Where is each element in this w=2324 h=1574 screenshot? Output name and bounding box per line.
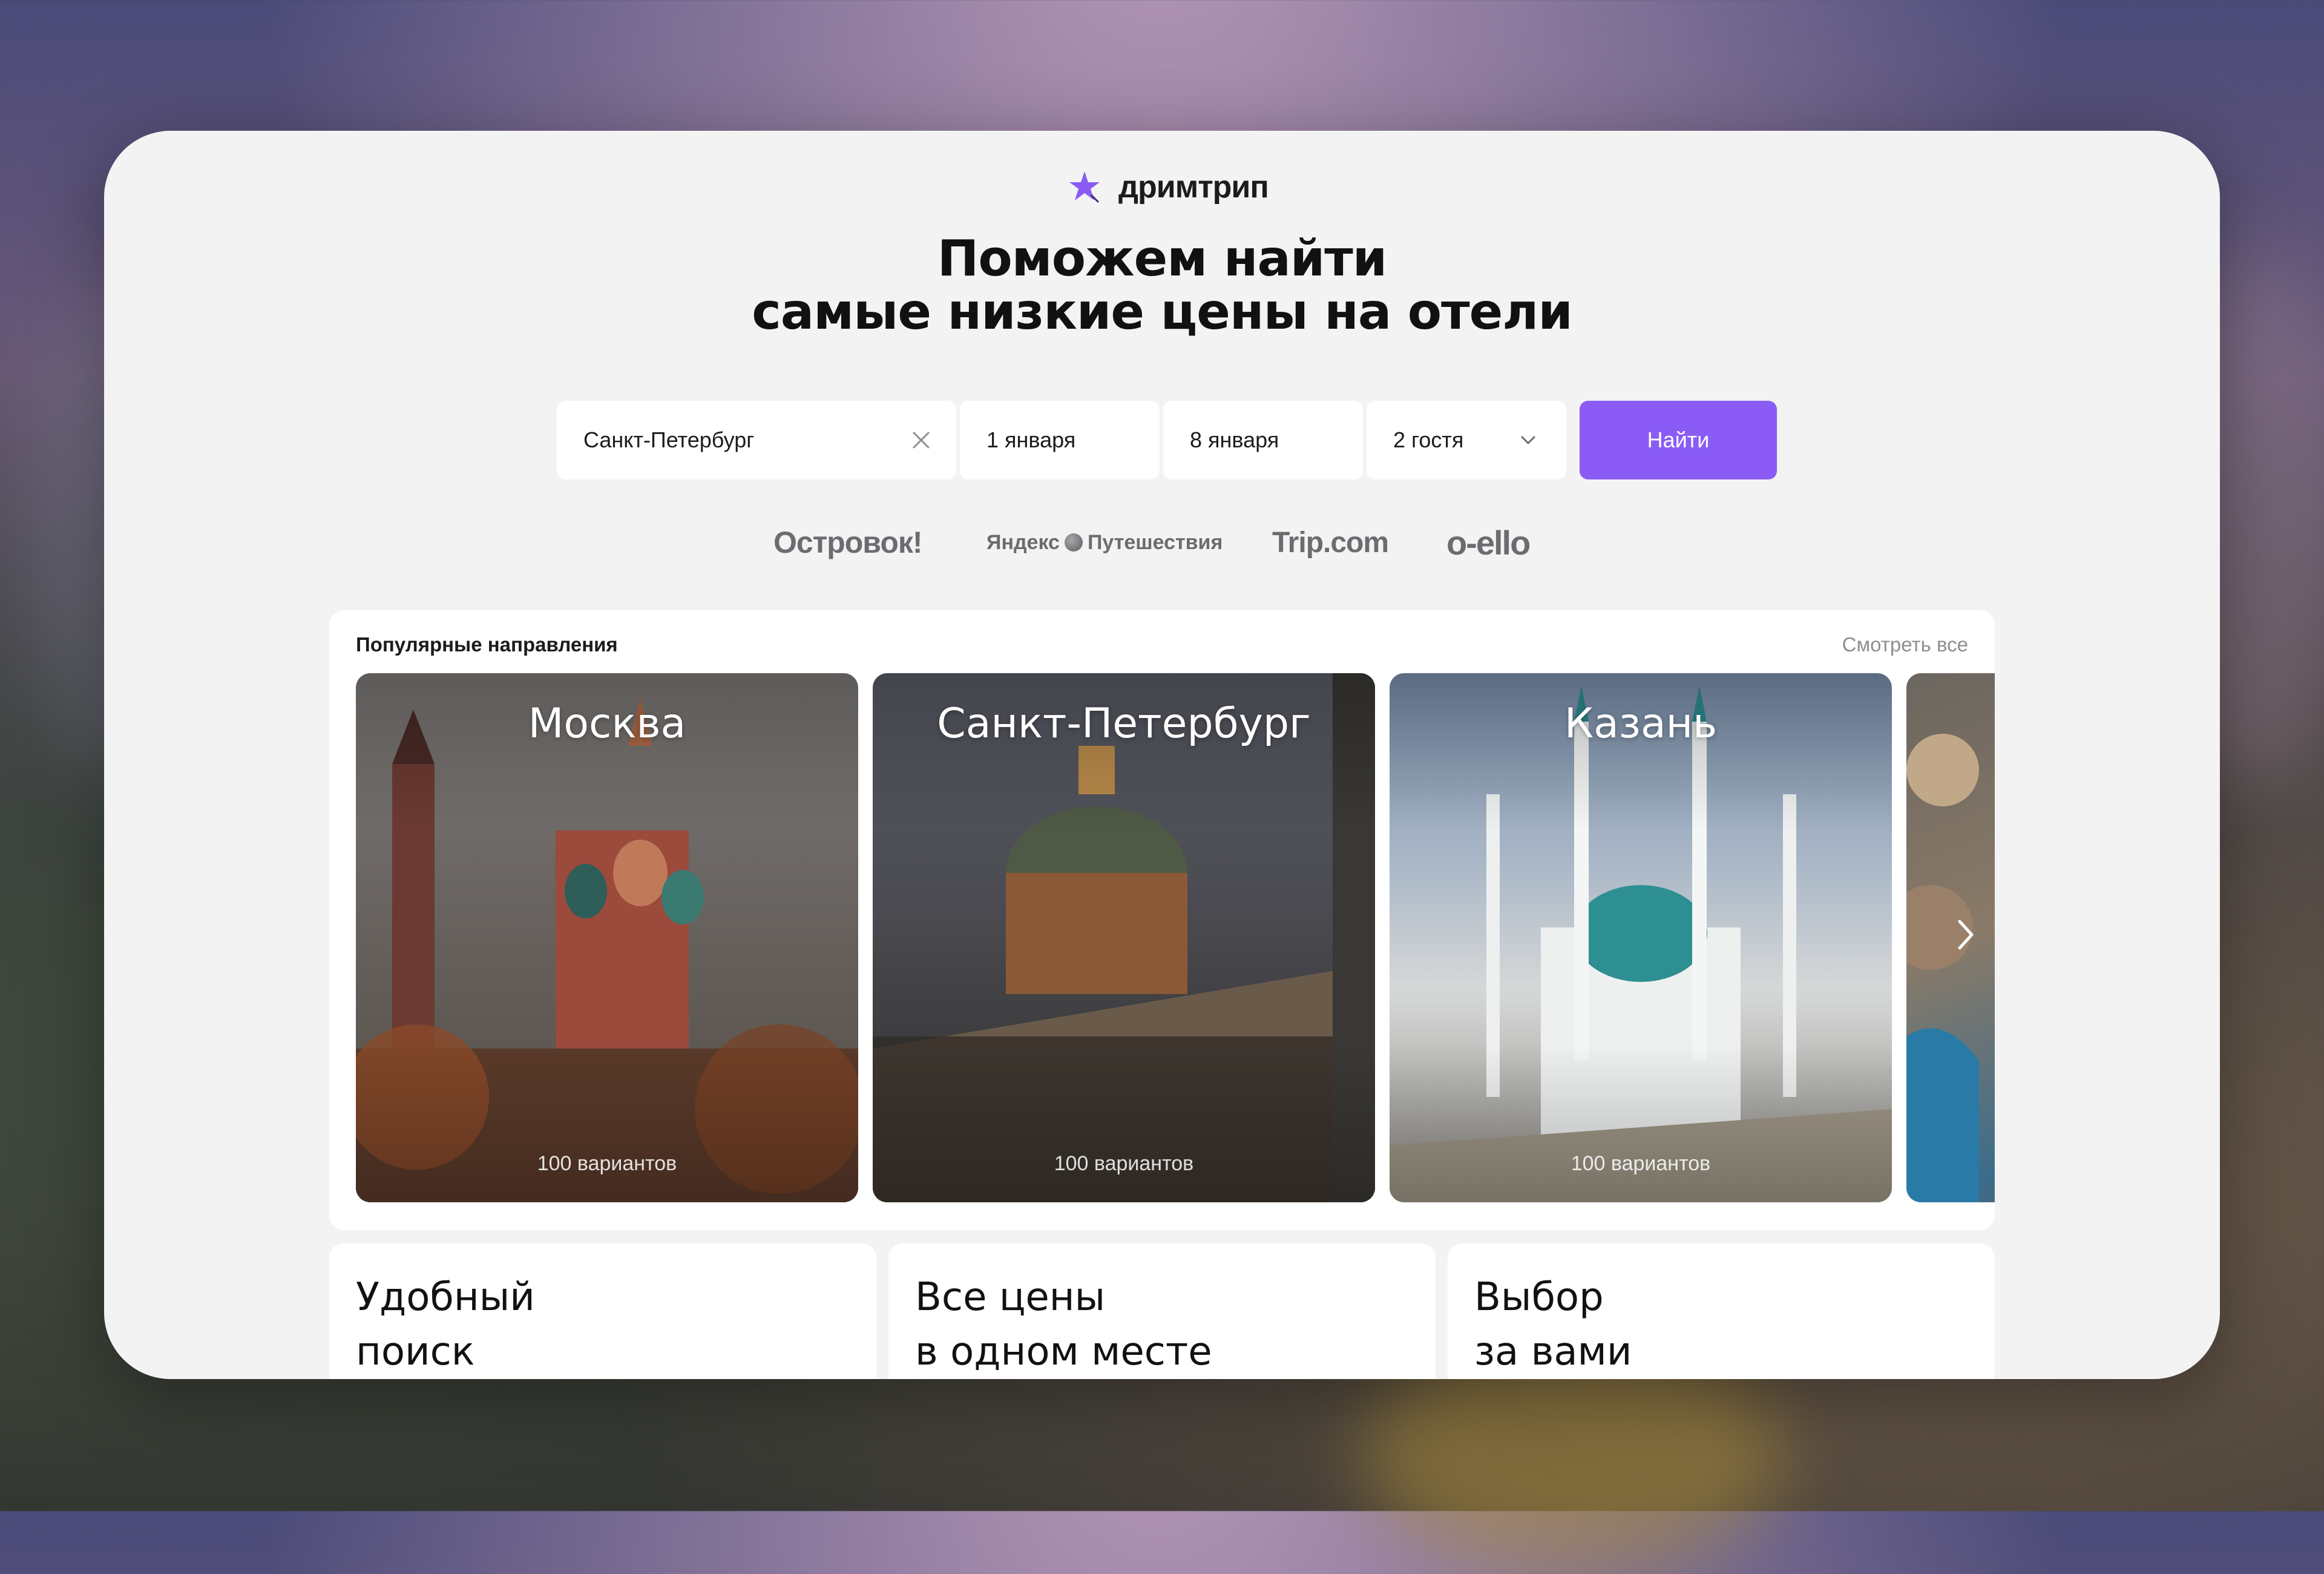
card-count: 100 вариантов: [1571, 1152, 1711, 1175]
check-in-value: 1 января: [986, 427, 1076, 452]
features-row: Удобный поиск Все цены в одном месте Выб…: [329, 1243, 1995, 1379]
star-logo-icon: [1069, 171, 1100, 203]
card-count: 100 вариантов: [537, 1152, 677, 1175]
headline-line-1: Поможем найти: [937, 230, 1388, 288]
card-overlay: [873, 673, 1375, 1202]
guests-select[interactable]: 2 гостя: [1367, 401, 1566, 479]
chevron-down-icon: [1521, 436, 1535, 444]
popular-destinations: Популярные направления Смотреть все Моск…: [329, 610, 1995, 1230]
check-out-value: 8 января: [1190, 427, 1279, 452]
feature-title-line-2: поиск: [356, 1329, 475, 1374]
card-title: Москва: [528, 700, 686, 748]
travel-label: Путешествия: [1087, 530, 1223, 554]
card-title: Санкт-Петербург: [937, 700, 1311, 748]
search-button[interactable]: Найти: [1580, 401, 1777, 479]
close-icon[interactable]: [910, 429, 932, 451]
city-value: Санкт-Петербург: [583, 427, 755, 452]
destination-card-kazan[interactable]: Казань 100 вариантов: [1390, 673, 1892, 1202]
feature-card: Выбор за вами: [1448, 1243, 1995, 1379]
page-title: Поможем найти самые низкие цены на отели: [104, 232, 2220, 339]
destination-card-moscow[interactable]: Москва 100 вариантов: [356, 673, 858, 1202]
partner-trip-com: Trip.com: [1272, 526, 1389, 559]
card-count: 100 вариантов: [1054, 1152, 1194, 1175]
chevron-right-icon[interactable]: [1954, 915, 1978, 954]
partner-yandex-travel: Яндекс Путешествия: [986, 518, 1223, 567]
check-out-field[interactable]: 8 января: [1163, 401, 1363, 479]
headline-line-2: самые низкие цены на отели: [752, 283, 1573, 341]
destination-card-partial[interactable]: [1906, 673, 1995, 1202]
feature-card: Удобный поиск: [329, 1243, 876, 1379]
aerial-city-image: [1906, 734, 1979, 1202]
feature-card: Все цены в одном месте: [888, 1243, 1436, 1379]
feature-title-line-1: Удобный: [356, 1275, 535, 1320]
destination-carousel: Москва 100 вариантов Санкт-Петербург 100…: [356, 673, 1995, 1204]
brand-logo[interactable]: дримтрип: [1066, 160, 1269, 214]
feature-title-line-1: Все цены: [915, 1275, 1106, 1320]
destination-card-saint-petersburg[interactable]: Санкт-Петербург 100 вариантов: [873, 673, 1375, 1202]
feature-title-line-2: в одном месте: [915, 1329, 1212, 1374]
search-bar: Санкт-Петербург 1 января 8 января 2 гост…: [557, 401, 1777, 479]
app-window: дримтрип Поможем найти самые низкие цены…: [104, 131, 2220, 1379]
feature-title-line-2: за вами: [1474, 1329, 1632, 1374]
card-overlay: [356, 673, 858, 1202]
check-in-field[interactable]: 1 января: [960, 401, 1160, 479]
partner-logos: Островок! Яндекс Путешествия Trip.com o-…: [104, 518, 2220, 567]
globe-icon: [1064, 533, 1083, 552]
city-input[interactable]: Санкт-Петербург: [557, 401, 956, 479]
partner-ostrovok: Островок!: [773, 525, 923, 559]
card-title: Казань: [1564, 700, 1718, 748]
yandex-label: Яндекс: [986, 530, 1060, 554]
guests-value: 2 гостя: [1393, 427, 1464, 452]
partner-otello: o-ello: [1446, 523, 1531, 562]
card-overlay: [1390, 673, 1892, 1202]
brand-name: дримтрип: [1118, 170, 1269, 205]
see-all-link[interactable]: Смотреть все: [1842, 633, 1968, 656]
section-title: Популярные направления: [356, 633, 618, 656]
feature-title-line-1: Выбор: [1474, 1275, 1604, 1320]
